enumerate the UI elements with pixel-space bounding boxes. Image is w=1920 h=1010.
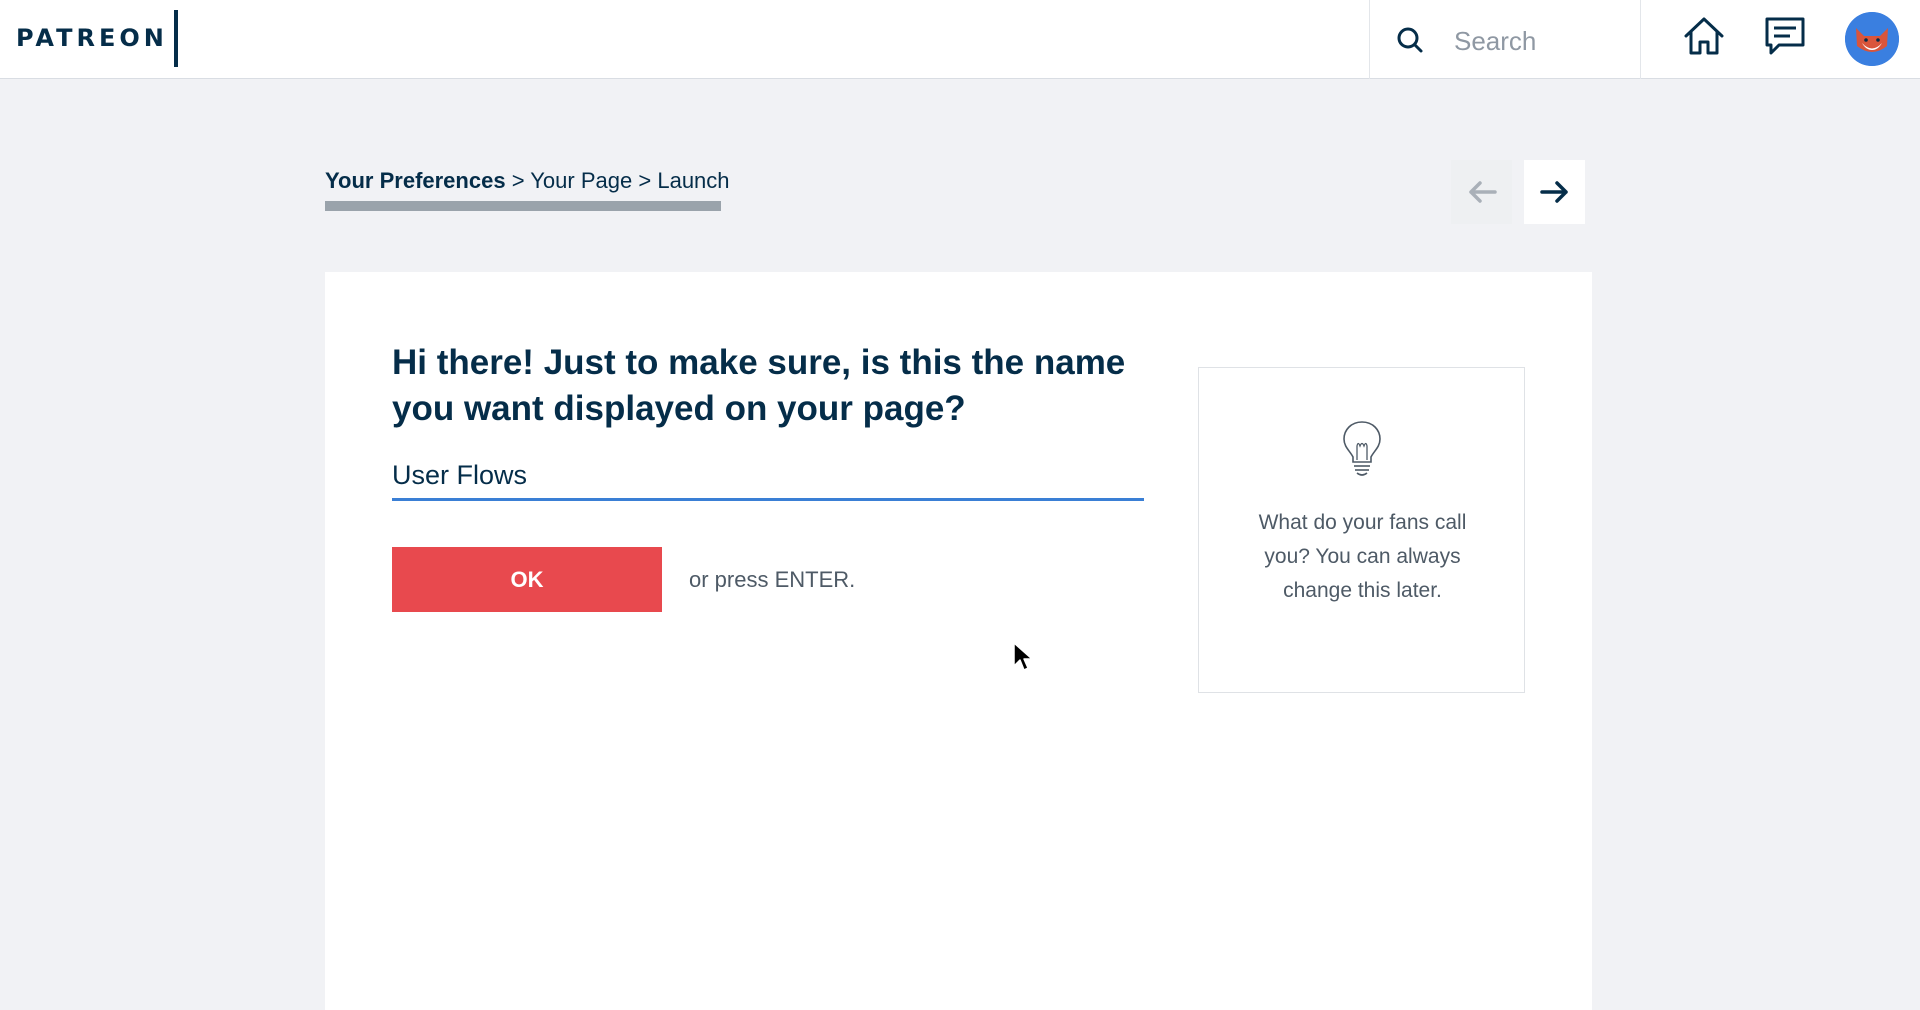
arrow-right-icon xyxy=(1539,181,1568,203)
search-input[interactable] xyxy=(1452,20,1626,62)
tip-text: What do your fans call you? You can alwa… xyxy=(1258,511,1467,602)
top-nav-bar: PATREON xyxy=(0,0,1920,79)
user-avatar[interactable] xyxy=(1845,12,1899,66)
name-confirmation-card: Hi there! Just to make sure, is this the… xyxy=(325,272,1592,1010)
breadcrumb-separator: > xyxy=(511,168,525,193)
enter-hint: or press ENTER. xyxy=(689,567,856,592)
breadcrumb-step-launch[interactable]: Launch xyxy=(657,168,729,193)
ok-button[interactable]: OK xyxy=(392,547,662,612)
mouse-cursor-icon xyxy=(1013,642,1033,671)
breadcrumb-step-your-page[interactable]: Your Page xyxy=(530,168,632,193)
breadcrumb-progress-bar xyxy=(325,201,721,211)
search-icon[interactable] xyxy=(1396,26,1424,54)
lightbulb-icon xyxy=(1343,421,1381,476)
breadcrumb: Your Preferences > Your Page > Launch xyxy=(325,168,730,194)
fox-avatar-icon xyxy=(1845,12,1899,66)
breadcrumb-separator: > xyxy=(638,168,652,193)
search-box[interactable] xyxy=(1369,0,1641,79)
messages-icon[interactable] xyxy=(1763,14,1807,58)
previous-step-button[interactable] xyxy=(1451,160,1512,224)
arrow-left-icon xyxy=(1468,181,1497,203)
breadcrumb-step-preferences[interactable]: Your Preferences xyxy=(325,168,506,193)
question-heading: Hi there! Just to make sure, is this the… xyxy=(392,343,1126,428)
home-icon[interactable] xyxy=(1682,14,1726,58)
patreon-logo[interactable]: PATREON xyxy=(16,24,168,52)
tip-box: What do your fans call you? You can alwa… xyxy=(1198,367,1525,693)
logo-divider xyxy=(174,10,178,67)
next-step-button[interactable] xyxy=(1524,160,1585,224)
display-name-input[interactable] xyxy=(392,452,1144,501)
